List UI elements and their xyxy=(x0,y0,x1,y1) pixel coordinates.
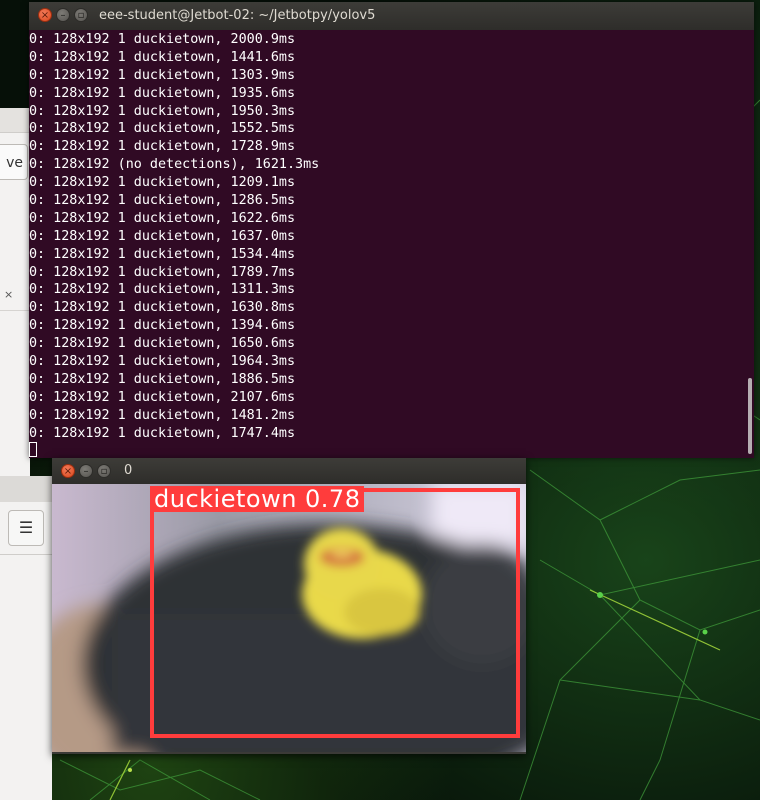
terminal-line: 0: 128x192 1 duckietown, 1534.4ms xyxy=(29,246,296,262)
close-icon[interactable]: × xyxy=(4,288,13,301)
terminal-titlebar[interactable]: × – ▫ eee-student@Jetbot-02: ~/Jetbotpy/… xyxy=(29,2,754,30)
terminal-cursor xyxy=(29,442,37,458)
image-window[interactable]: × – ▫ 0 duckietown 0.78 xyxy=(52,458,526,754)
terminal-line: 0: 128x192 1 duckietown, 1394.6ms xyxy=(29,318,296,334)
terminal-line: 0: 128x192 1 duckietown, 1622.6ms xyxy=(29,210,296,226)
close-icon[interactable]: × xyxy=(61,464,75,478)
terminal-line: 0: 128x192 1 duckietown, 1950.3ms xyxy=(29,103,296,119)
divider xyxy=(0,554,52,555)
terminal-line: 0: 128x192 1 duckietown, 1789.7ms xyxy=(29,264,296,280)
minimize-icon[interactable]: – xyxy=(56,8,70,22)
background-window-lower-left: ☰ xyxy=(0,476,52,800)
terminal-line: 0: 128x192 1 duckietown, 1552.5ms xyxy=(29,121,296,137)
image-window-title: 0 xyxy=(124,463,133,478)
background-window-header xyxy=(0,476,52,502)
terminal-line: 0: 128x192 1 duckietown, 1747.4ms xyxy=(29,425,296,441)
image-window-titlebar[interactable]: × – ▫ 0 xyxy=(52,458,526,484)
terminal-line: 0: 128x192 1 duckietown, 1303.9ms xyxy=(29,67,296,83)
terminal-line: 0: 128x192 1 duckietown, 2000.9ms xyxy=(29,32,296,47)
background-window-header xyxy=(0,108,30,133)
background-window-button[interactable]: ve xyxy=(0,144,28,180)
maximize-icon[interactable]: ▫ xyxy=(97,464,111,478)
terminal-line: 0: 128x192 1 duckietown, 1728.9ms xyxy=(29,139,296,155)
minimize-icon[interactable]: – xyxy=(79,464,93,478)
terminal-line: 0: 128x192 1 duckietown, 1886.5ms xyxy=(29,371,296,387)
terminal-line: 0: 128x192 1 duckietown, 1637.0ms xyxy=(29,228,296,244)
terminal-line: 0: 128x192 1 duckietown, 1441.6ms xyxy=(29,49,296,65)
terminal-line: 0: 128x192 1 duckietown, 1286.5ms xyxy=(29,193,296,209)
terminal-scrollbar[interactable] xyxy=(748,378,752,454)
camera-frame: duckietown 0.78 xyxy=(52,484,526,752)
terminal-window[interactable]: × – ▫ eee-student@Jetbot-02: ~/Jetbotpy/… xyxy=(29,2,754,458)
terminal-line: 0: 128x192 1 duckietown, 1481.2ms xyxy=(29,407,296,423)
terminal-line: 0: 128x192 (no detections), 1621.3ms xyxy=(29,157,320,173)
terminal-line: 0: 128x192 1 duckietown, 1650.6ms xyxy=(29,336,296,352)
terminal-line: 0: 128x192 1 duckietown, 1935.6ms xyxy=(29,85,296,101)
detection-label: duckietown 0.78 xyxy=(150,486,365,512)
detection-bounding-box xyxy=(150,488,520,738)
terminal-line: 0: 128x192 1 duckietown, 1630.8ms xyxy=(29,300,296,316)
close-icon[interactable]: × xyxy=(38,8,52,22)
terminal-line: 0: 128x192 1 duckietown, 1964.3ms xyxy=(29,354,296,370)
terminal-title: eee-student@Jetbot-02: ~/Jetbotpy/yolov5 xyxy=(99,8,376,23)
hamburger-menu-icon[interactable]: ☰ xyxy=(8,510,44,546)
terminal-line: 0: 128x192 1 duckietown, 2107.6ms xyxy=(29,389,296,405)
terminal-output[interactable]: 0: 128x192 1 duckietown, 2000.9ms 0: 128x… xyxy=(29,30,746,458)
terminal-line: 0: 128x192 1 duckietown, 1311.3ms xyxy=(29,282,296,298)
terminal-line: 0: 128x192 1 duckietown, 1209.1ms xyxy=(29,175,296,191)
maximize-icon[interactable]: ▫ xyxy=(74,8,88,22)
